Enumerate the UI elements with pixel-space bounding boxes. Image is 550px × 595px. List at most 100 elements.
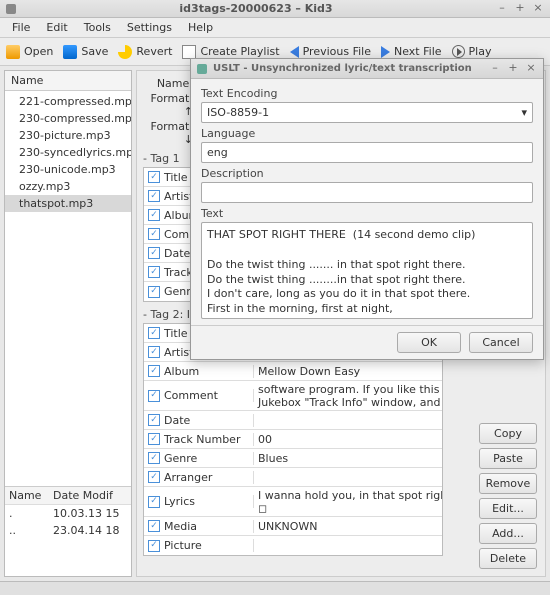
- open-button[interactable]: Open: [6, 45, 53, 59]
- dialog-minimize[interactable]: –: [489, 63, 501, 75]
- tag-row[interactable]: ✓ Track Number 00: [144, 430, 442, 449]
- field-label: Date: [164, 247, 190, 260]
- field-value[interactable]: Mellow Down Easy: [254, 365, 442, 378]
- file-row[interactable]: 230-compressed.mp3: [5, 110, 131, 127]
- menu-edit[interactable]: Edit: [38, 19, 75, 36]
- file-row[interactable]: thatspot.mp3: [5, 195, 131, 212]
- tag-row[interactable]: ✓Arranger: [144, 468, 442, 487]
- remove-button[interactable]: Remove: [479, 473, 537, 494]
- text-area[interactable]: THAT SPOT RIGHT THERE (14 second demo cl…: [201, 222, 533, 319]
- next-file-button[interactable]: Next File: [381, 45, 442, 58]
- field-value[interactable]: 00: [254, 433, 442, 446]
- language-input[interactable]: [201, 142, 533, 163]
- tag-row[interactable]: ✓AlbumMellow Down Easy: [144, 362, 442, 381]
- ok-button[interactable]: OK: [397, 332, 461, 353]
- paste-button[interactable]: Paste: [479, 448, 537, 469]
- prev-icon: [290, 46, 299, 58]
- tag-row[interactable]: ✓ Picture: [144, 536, 442, 555]
- file-row[interactable]: ozzy.mp3: [5, 178, 131, 195]
- revert-icon: [118, 45, 132, 59]
- play-button[interactable]: Play: [452, 45, 492, 58]
- field-label: Genre: [164, 452, 197, 465]
- checkbox-icon[interactable]: ✓: [148, 520, 160, 532]
- text-label: Text: [201, 207, 533, 220]
- checkbox-icon[interactable]: ✓: [148, 471, 160, 483]
- checkbox-icon[interactable]: ✓: [148, 286, 160, 298]
- checkbox-icon[interactable]: ✓: [148, 228, 160, 240]
- checkbox-icon[interactable]: ✓: [148, 452, 160, 464]
- statusbar: [0, 581, 550, 595]
- dialog-maximize[interactable]: +: [507, 63, 519, 75]
- copy-button[interactable]: Copy: [479, 423, 537, 444]
- menu-settings[interactable]: Settings: [119, 19, 180, 36]
- playlist-icon: [182, 45, 196, 59]
- field-label: Media: [164, 520, 197, 533]
- menu-tools[interactable]: Tools: [76, 19, 119, 36]
- save-button[interactable]: Save: [63, 45, 108, 59]
- dialog-close[interactable]: ×: [525, 63, 537, 75]
- folder-row[interactable]: ..23.04.14 18: [5, 522, 131, 539]
- file-row[interactable]: 230-syncedlyrics.mp3: [5, 144, 131, 161]
- field-value[interactable]: UNKNOWN: [254, 520, 442, 533]
- checkbox-icon[interactable]: ✓: [148, 346, 160, 358]
- field-label: Picture: [164, 539, 202, 552]
- dialog-icon: [197, 64, 207, 74]
- checkbox-icon[interactable]: ✓: [148, 540, 160, 552]
- cancel-button[interactable]: Cancel: [469, 332, 533, 353]
- folder-panel: NameDate Modif .10.03.13 15..23.04.14 18: [5, 486, 131, 576]
- dialog-title: USLT - Unsynchronized lyric/text transcr…: [213, 63, 483, 74]
- add-button[interactable]: Add...: [479, 523, 537, 544]
- format-down-label: Format: ↓: [143, 120, 193, 146]
- delete-button[interactable]: Delete: [479, 548, 537, 569]
- field-label: Track Number: [164, 433, 240, 446]
- checkbox-icon[interactable]: ✓: [148, 171, 160, 183]
- tag-row[interactable]: ✓ Media UNKNOWN: [144, 517, 442, 536]
- edit-button[interactable]: Edit...: [479, 498, 537, 519]
- checkbox-icon[interactable]: ✓: [148, 390, 160, 402]
- checkbox-icon[interactable]: ✓: [148, 266, 160, 278]
- checkbox-icon[interactable]: ✓: [148, 327, 160, 339]
- previous-file-button[interactable]: Previous File: [290, 45, 371, 58]
- save-icon: [63, 45, 77, 59]
- tag-row[interactable]: ✓ Genre Blues: [144, 449, 442, 468]
- play-icon: [452, 45, 465, 58]
- minimize-button[interactable]: –: [496, 3, 508, 15]
- folder-row[interactable]: .10.03.13 15: [5, 505, 131, 522]
- file-list[interactable]: 221-compressed.mp3230-compressed.mp3230-…: [5, 91, 131, 486]
- folder-col-date[interactable]: Date Modif: [53, 489, 113, 502]
- menu-file[interactable]: File: [4, 19, 38, 36]
- open-icon: [6, 45, 20, 59]
- field-label: Title: [164, 327, 188, 340]
- maximize-button[interactable]: +: [514, 3, 526, 15]
- field-value[interactable]: software program. If you like this trac……: [254, 383, 442, 409]
- create-playlist-button[interactable]: Create Playlist: [182, 45, 279, 59]
- checkbox-icon[interactable]: ✓: [148, 365, 160, 377]
- description-input[interactable]: [201, 182, 533, 203]
- folder-col-name[interactable]: Name: [9, 489, 53, 502]
- encoding-label: Text Encoding: [201, 87, 533, 100]
- menu-help[interactable]: Help: [180, 19, 221, 36]
- checkbox-icon[interactable]: ✓: [148, 496, 160, 508]
- field-value[interactable]: Blues: [254, 452, 442, 465]
- checkbox-icon[interactable]: ✓: [148, 209, 160, 221]
- file-row[interactable]: 230-picture.mp3: [5, 127, 131, 144]
- tag-row[interactable]: ✓ Comment software program. If you like th…: [144, 381, 442, 411]
- close-button[interactable]: ×: [532, 3, 544, 15]
- next-icon: [381, 46, 390, 58]
- checkbox-icon[interactable]: ✓: [148, 433, 160, 445]
- chevron-down-icon: ▾: [521, 106, 527, 119]
- file-row[interactable]: 221-compressed.mp3: [5, 93, 131, 110]
- tag-row[interactable]: ✓LyricsI wanna hold you, in that spot ri…: [144, 487, 442, 517]
- side-buttons: Copy Paste Remove Edit... Add... Delete …: [479, 423, 537, 577]
- file-row[interactable]: 230-unicode.mp3: [5, 161, 131, 178]
- checkbox-icon[interactable]: ✓: [148, 190, 160, 202]
- file-panel-header[interactable]: Name: [5, 71, 131, 91]
- tag-row[interactable]: ✓Date: [144, 411, 442, 430]
- field-label: Comment: [164, 389, 218, 402]
- checkbox-icon[interactable]: ✓: [148, 247, 160, 259]
- field-value[interactable]: I wanna hold you, in that spot right th……: [254, 489, 442, 515]
- uslt-dialog: USLT - Unsynchronized lyric/text transcr…: [190, 58, 544, 360]
- checkbox-icon[interactable]: ✓: [148, 414, 160, 426]
- encoding-select[interactable]: ISO-8859-1▾: [201, 102, 533, 123]
- revert-button[interactable]: Revert: [118, 45, 172, 59]
